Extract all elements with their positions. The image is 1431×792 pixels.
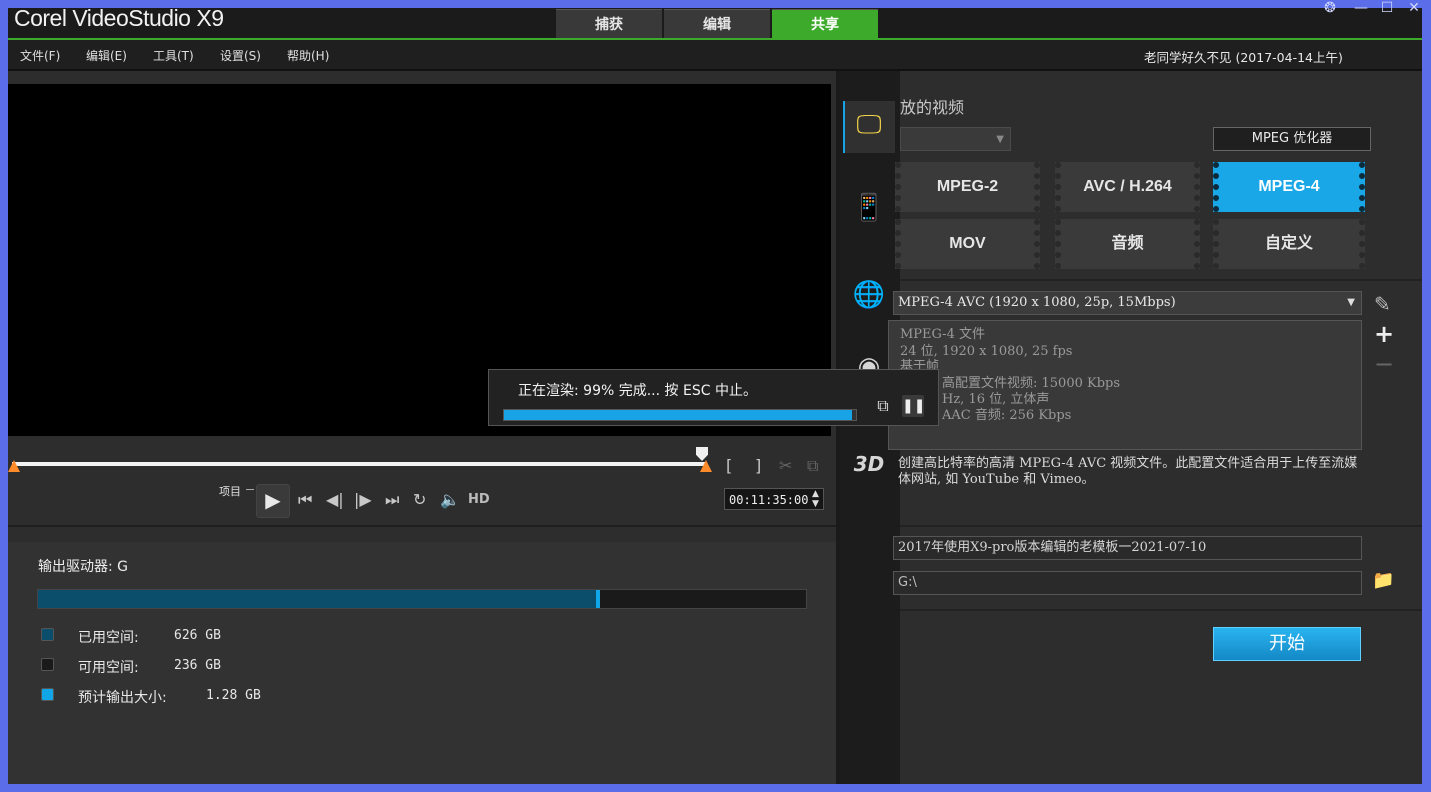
tab-share[interactable]: 共享 [772, 9, 878, 40]
free-space-label: 可用空间: [78, 660, 139, 676]
used-space-label: 已用空间: [78, 630, 139, 646]
mark-out-button[interactable]: ] [755, 456, 761, 475]
profile-dropdown[interactable]: ▼ [900, 127, 1011, 151]
copy-icon[interactable]: ⧉ [807, 456, 818, 476]
volume-icon[interactable]: 🔈 [440, 490, 460, 509]
go-to-end-icon[interactable]: ⏭ [385, 490, 399, 510]
remove-profile-icon[interactable]: − [1374, 350, 1394, 378]
format-audio-button[interactable]: 音频 [1055, 219, 1200, 269]
maximize-icon[interactable]: ☐ [1375, 0, 1399, 18]
trim-start-handle[interactable] [8, 460, 20, 472]
filename-input[interactable]: 2017年使用X9-pro版本编辑的老模板一2021-07-10 [893, 536, 1362, 560]
section-divider [900, 279, 1422, 281]
app-logo: Corel VideoStudio X9 [14, 5, 224, 31]
profile-select[interactable]: MPEG-4 AVC (1920 x 1080, 25p, 15Mbps) ▼ [893, 291, 1362, 315]
project-label-line [246, 489, 254, 490]
web-globe-icon[interactable]: 🌐 [843, 280, 895, 310]
section-title: 放的视频 [900, 98, 965, 117]
scrub-bar[interactable] [12, 462, 706, 466]
menu-edit[interactable]: 编辑(E) [86, 47, 127, 64]
tab-edit[interactable]: 编辑 [664, 9, 770, 40]
format-mov-button[interactable]: MOV [895, 219, 1040, 269]
render-progress-fill [504, 410, 852, 420]
used-space-swatch [41, 628, 54, 641]
go-to-start-icon[interactable]: ⏮ [298, 490, 312, 510]
menu-file[interactable]: 文件(F) [20, 47, 60, 64]
tab-capture[interactable]: 捕获 [556, 9, 662, 40]
render-status-text: 正在渲染: 99% 完成... 按 ESC 中止。 [518, 383, 757, 399]
chevron-down-icon: ▼ [1347, 297, 1355, 308]
detail-line: AAC 音频: 256 Kbps [942, 408, 1072, 423]
3d-icon[interactable]: 3D [843, 452, 895, 476]
repeat-icon[interactable]: ↻ [413, 490, 426, 509]
menu-help[interactable]: 帮助(H) [287, 47, 329, 64]
output-size-swatch [41, 688, 54, 701]
scissors-icon[interactable]: ✂ [779, 456, 792, 475]
project-label: 项目 [219, 485, 241, 498]
edit-pencil-icon[interactable]: ✎ [1374, 292, 1391, 316]
computer-icon[interactable]: 🖵 [843, 110, 895, 141]
folder-icon[interactable]: 📁 [1372, 570, 1394, 591]
format-custom-button[interactable]: 自定义 [1213, 219, 1365, 269]
pause-icon[interactable]: ❚❚ [902, 395, 925, 417]
output-size-value: 1.28 GB [206, 688, 261, 703]
free-space-value: 236 GB [174, 658, 221, 673]
add-profile-icon[interactable]: + [1374, 320, 1394, 348]
previous-frame-icon[interactable]: ◀| [326, 490, 344, 509]
disk-output-fill [596, 590, 600, 608]
project-info: 老同学好久不见 (2017-04-14上午) [1144, 50, 1343, 65]
output-path-input[interactable]: G:\ [893, 571, 1362, 595]
timecode-stepper[interactable]: ▲ ▼ [812, 489, 819, 509]
mark-in-button[interactable]: [ [726, 456, 732, 475]
help-icon[interactable]: ❂ [1318, 0, 1342, 18]
close-icon[interactable]: ✕ [1402, 0, 1426, 18]
panel-divider [8, 525, 836, 527]
minimize-icon[interactable]: — [1349, 0, 1373, 18]
used-space-value: 626 GB [174, 628, 221, 643]
profile-select-value: MPEG-4 AVC (1920 x 1080, 25p, 15Mbps) [898, 295, 1176, 310]
mpeg-optimizer-button[interactable]: MPEG 优化器 [1213, 127, 1371, 151]
section-divider [900, 525, 1422, 527]
disk-used-fill [38, 590, 596, 608]
next-frame-icon[interactable]: |▶ [354, 490, 372, 509]
profile-description: 创建高比特率的高清 MPEG-4 AVC 视频文件。此配置文件适合用于上传至流媒… [898, 456, 1358, 487]
timecode-field[interactable]: 00:11:35:00 [724, 488, 824, 510]
free-space-swatch [41, 658, 54, 671]
start-button[interactable]: 开始 [1213, 627, 1361, 661]
device-icon[interactable]: 📱 [843, 193, 895, 223]
output-drive-label: 输出驱动器: G [38, 559, 129, 575]
menu-settings[interactable]: 设置(S) [220, 47, 261, 64]
hd-toggle[interactable]: HD [468, 492, 490, 507]
output-size-label: 预计输出大小: [78, 690, 167, 706]
preview-toggle-icon[interactable]: ⧉ [872, 396, 894, 416]
share-panel-top [840, 71, 1422, 85]
format-avc-button[interactable]: AVC / H.264 [1055, 162, 1200, 212]
format-mpeg2-button[interactable]: MPEG-2 [895, 162, 1040, 212]
play-button[interactable]: ▶ [256, 484, 290, 518]
section-divider [900, 609, 1422, 611]
format-mpeg4-button[interactable]: MPEG-4 [1213, 162, 1365, 212]
menu-tools[interactable]: 工具(T) [153, 47, 194, 64]
trim-end-handle[interactable] [700, 460, 712, 472]
